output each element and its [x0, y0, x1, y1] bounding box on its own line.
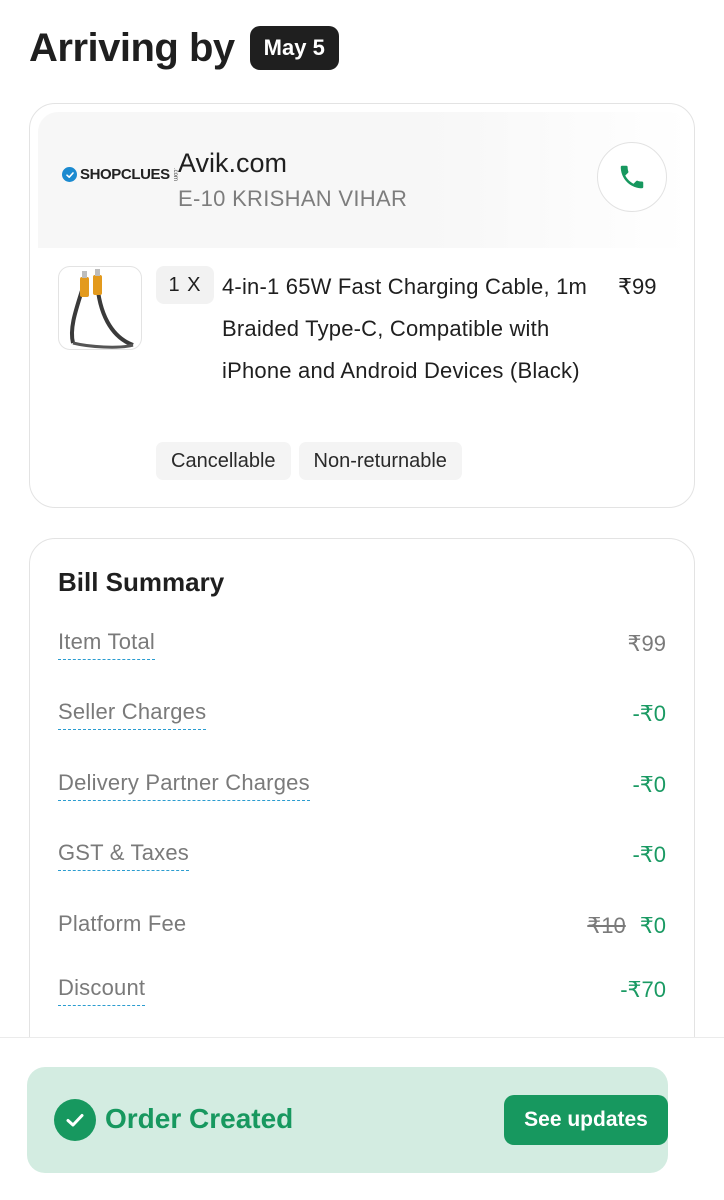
bill-value: -₹0	[632, 842, 666, 867]
logo-brand-text: SHOPCLUES	[80, 166, 170, 183]
status-banner: Order Created See updates	[27, 1067, 668, 1173]
bill-value: -₹70	[620, 977, 666, 1002]
store-address: E-10 KRISHAN VIHAR	[178, 186, 408, 211]
order-status-text: Order Created	[105, 1103, 294, 1134]
call-store-button[interactable]	[597, 142, 667, 212]
item-quantity: 1 X	[156, 266, 214, 304]
logo-suffix-text: .com	[171, 167, 178, 181]
bill-row-gst-taxes: GST & Taxes -₹0	[58, 840, 666, 880]
see-updates-button[interactable]: See updates	[504, 1095, 668, 1145]
tag-cancellable: Cancellable	[156, 442, 291, 480]
bill-label[interactable]: Seller Charges	[58, 699, 207, 730]
bill-value: -₹0	[632, 772, 666, 797]
bill-summary-title: Bill Summary	[58, 567, 225, 597]
order-card: SHOPCLUES .com Avik.com E-10 KRISHAN VIH…	[29, 103, 695, 508]
store-logo: SHOPCLUES .com	[62, 166, 178, 183]
tag-non-returnable: Non-returnable	[298, 442, 462, 480]
product-image[interactable]	[58, 266, 142, 350]
item-tags: Cancellable Non-returnable	[156, 442, 462, 480]
arriving-title: Arriving by	[29, 26, 235, 70]
bill-label: Platform Fee	[58, 911, 187, 936]
bill-label[interactable]: Discount	[58, 975, 146, 1006]
bill-row-delivery-charges: Delivery Partner Charges -₹0	[58, 770, 666, 810]
bill-row-seller-charges: Seller Charges -₹0	[58, 699, 666, 739]
phone-icon	[620, 165, 644, 189]
logo-check-icon	[62, 167, 77, 182]
bill-value: -₹0	[632, 701, 666, 726]
arrival-date-badge: May 5	[249, 26, 339, 70]
bill-row-platform-fee: Platform Fee ₹10 ₹0	[58, 911, 666, 951]
bill-label[interactable]: Item Total	[58, 629, 155, 660]
bill-row-discount: Discount -₹70	[58, 975, 666, 1015]
store-name: Avik.com	[178, 148, 288, 178]
bill-value: ₹99	[627, 631, 666, 656]
original-fee: ₹10	[587, 913, 626, 938]
bill-value: ₹10 ₹0	[587, 913, 666, 939]
bill-label[interactable]: GST & Taxes	[58, 840, 189, 871]
bill-label[interactable]: Delivery Partner Charges	[58, 770, 310, 801]
header: Arriving by May 5	[29, 24, 339, 72]
item-price: ₹99	[618, 274, 657, 299]
order-status-bar: Order Created See updates	[0, 1037, 724, 1200]
item-name: 4-in-1 65W Fast Charging Cable, 1m Braid…	[222, 274, 588, 383]
check-circle-icon	[54, 1099, 96, 1141]
bill-row-item-total: Item Total ₹99	[58, 629, 666, 669]
final-fee: ₹0	[639, 913, 666, 938]
